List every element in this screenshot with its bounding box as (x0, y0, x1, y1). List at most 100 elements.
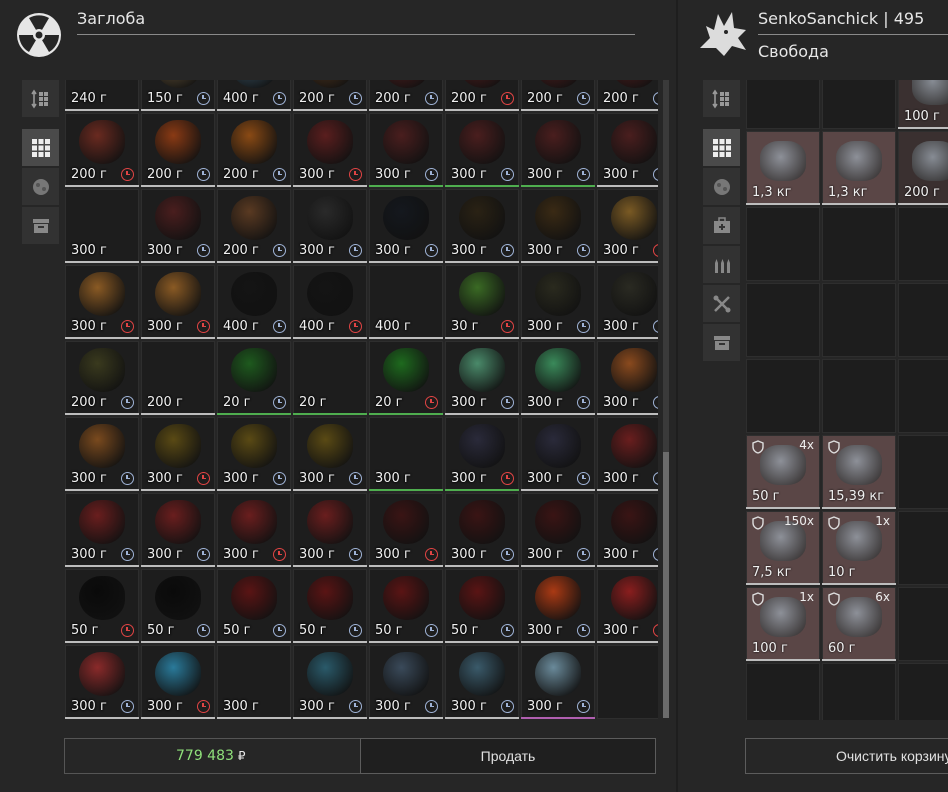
filter-all-button[interactable] (703, 129, 740, 166)
item-slot[interactable]: 50 г (65, 569, 139, 643)
item-slot[interactable]: 200 г (141, 341, 215, 415)
item-slot[interactable]: 300 г (293, 417, 367, 491)
item-slot[interactable]: 300 г (445, 113, 519, 187)
clock-icon (349, 548, 362, 561)
filter-artifacts-button[interactable] (22, 168, 59, 205)
filter-medicine-button[interactable] (703, 207, 740, 244)
item-slot[interactable]: 150 г (141, 80, 215, 111)
item-slot[interactable]: 50 г (217, 569, 291, 643)
item-slot[interactable]: 300 г (597, 265, 658, 339)
item-slot[interactable]: 300 г (293, 189, 367, 263)
trader-scrollbar[interactable] (663, 80, 669, 718)
item-slot[interactable]: 200 г (65, 341, 139, 415)
player-cart-grid[interactable]: 100 г 1,3 кг 1,3 кг 97200 г 4x 50 г 15,39 кг 15… (746, 80, 948, 720)
sell-button[interactable]: Продать (360, 738, 656, 774)
trader-inventory-grid[interactable]: 240 г 150 г 400 г 200 г 200 г 200 г 200 г 200 г… (64, 80, 658, 720)
filter-ammo-button[interactable] (703, 246, 740, 283)
item-slot[interactable]: 300 г (217, 493, 291, 567)
scrollbar-thumb[interactable] (663, 452, 669, 718)
item-slot[interactable]: 300 г (369, 113, 443, 187)
item-slot[interactable]: 300 г (445, 645, 519, 719)
item-slot[interactable]: 300 г (141, 189, 215, 263)
item-slot[interactable]: 300 г (217, 645, 291, 719)
item-slot[interactable]: 300 г (521, 493, 595, 567)
item-slot[interactable]: 300 г (597, 493, 658, 567)
item-slot[interactable]: 300 г (521, 645, 595, 719)
sort-button[interactable] (22, 80, 59, 117)
item-slot[interactable]: 20 г (217, 341, 291, 415)
cart-item-slot[interactable]: 15,39 кг (822, 435, 896, 509)
item-slot[interactable]: 300 г (293, 645, 367, 719)
item-slot[interactable]: 300 г (521, 417, 595, 491)
item-slot[interactable]: 50 г (369, 569, 443, 643)
item-slot[interactable]: 200 г (217, 189, 291, 263)
item-slot[interactable]: 300 г (65, 189, 139, 263)
item-slot[interactable]: 200 г (141, 113, 215, 187)
cart-item-slot[interactable]: 6x 60 г (822, 587, 896, 661)
item-slot[interactable]: 300 г (445, 417, 519, 491)
item-slot[interactable]: 300 г (597, 341, 658, 415)
item-slot[interactable]: 300 г (445, 341, 519, 415)
item-slot[interactable]: 300 г (217, 417, 291, 491)
item-slot[interactable]: 300 г (65, 417, 139, 491)
cart-item-slot[interactable]: 4x 50 г (746, 435, 820, 509)
item-slot[interactable]: 300 г (521, 569, 595, 643)
item-slot[interactable]: 50 г (141, 569, 215, 643)
item-slot[interactable]: 300 г (597, 417, 658, 491)
cart-item-slot[interactable]: 150x 7,5 кг (746, 511, 820, 585)
item-slot[interactable]: 300 г (141, 265, 215, 339)
item-slot[interactable]: 300 г (293, 113, 367, 187)
item-slot[interactable]: 300 г (597, 569, 658, 643)
item-slot[interactable]: 300 г (65, 645, 139, 719)
item-weight: 200 г (904, 185, 940, 200)
item-slot[interactable]: 400 г (217, 80, 291, 111)
item-slot[interactable]: 30 г (445, 265, 519, 339)
item-slot[interactable]: 200 г (293, 80, 367, 111)
item-slot[interactable]: 200 г (217, 113, 291, 187)
item-slot[interactable]: 200 г (369, 80, 443, 111)
item-slot[interactable]: 300 г (369, 493, 443, 567)
item-slot[interactable]: 300 г (521, 189, 595, 263)
cart-item-slot[interactable]: 97200 г (898, 131, 948, 205)
filter-all-button[interactable] (22, 129, 59, 166)
filter-artifacts-button[interactable] (703, 168, 740, 205)
item-slot[interactable]: 300 г (141, 645, 215, 719)
cart-item-slot[interactable]: 100 г (898, 80, 948, 129)
filter-misc-button[interactable] (22, 207, 59, 244)
item-slot[interactable]: 20 г (369, 341, 443, 415)
item-slot[interactable]: 300 г (445, 493, 519, 567)
cart-item-slot[interactable]: 1x 100 г (746, 587, 820, 661)
item-slot[interactable]: 300 г (141, 493, 215, 567)
clear-cart-button[interactable]: Очистить корзину (745, 738, 948, 774)
filter-misc-button[interactable] (703, 324, 740, 361)
item-slot[interactable]: 200 г (597, 80, 658, 111)
item-slot[interactable]: 200 г (65, 113, 139, 187)
item-slot[interactable]: 300 г (445, 189, 519, 263)
item-slot[interactable]: 50 г (445, 569, 519, 643)
item-slot[interactable]: 300 г (293, 493, 367, 567)
item-slot[interactable]: 300 г (65, 265, 139, 339)
item-slot[interactable]: 240 г (65, 80, 139, 111)
item-slot[interactable]: 20 г (293, 341, 367, 415)
item-slot[interactable]: 300 г (65, 493, 139, 567)
item-slot[interactable]: 300 г (521, 265, 595, 339)
item-slot[interactable]: 300 г (369, 189, 443, 263)
item-slot[interactable]: 200 г (521, 80, 595, 111)
cart-item-slot[interactable]: 1,3 кг (746, 131, 820, 205)
sort-button[interactable] (703, 80, 740, 117)
item-slot[interactable]: 300 г (521, 113, 595, 187)
item-slot[interactable]: 300 г (597, 189, 658, 263)
item-slot[interactable]: 400 г (369, 265, 443, 339)
item-slot[interactable]: 200 г (445, 80, 519, 111)
item-slot[interactable]: 300 г (369, 417, 443, 491)
item-slot[interactable]: 300 г (369, 645, 443, 719)
cart-item-slot[interactable]: 1x 10 г (822, 511, 896, 585)
item-slot[interactable]: 300 г (597, 113, 658, 187)
item-slot[interactable]: 300 г (521, 341, 595, 415)
item-slot[interactable]: 400 г (217, 265, 291, 339)
filter-tools-button[interactable] (703, 285, 740, 322)
item-slot[interactable]: 50 г (293, 569, 367, 643)
item-slot[interactable]: 400 г (293, 265, 367, 339)
cart-item-slot[interactable]: 1,3 кг (822, 131, 896, 205)
item-slot[interactable]: 300 г (141, 417, 215, 491)
